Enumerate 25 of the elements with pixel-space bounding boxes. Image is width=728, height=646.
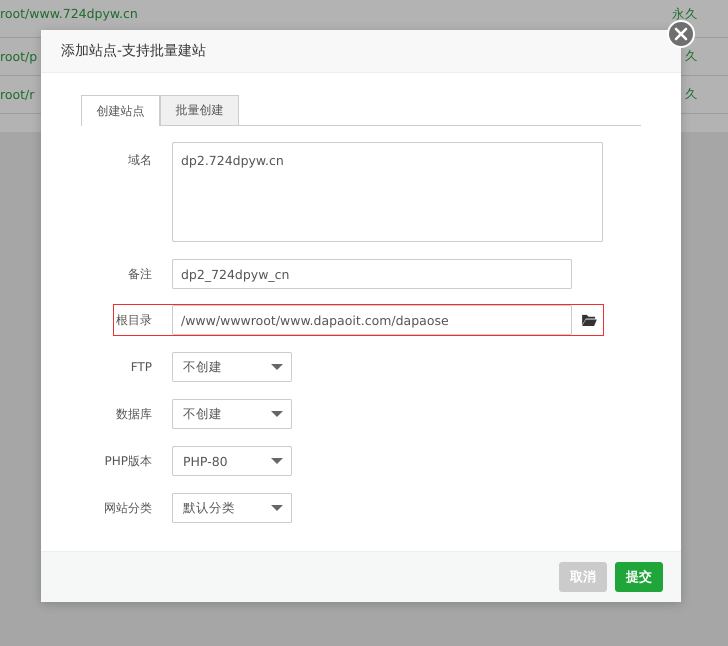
- select-dropdown[interactable]: 默认分类: [172, 493, 292, 523]
- select-dropdown[interactable]: 不创建: [172, 399, 292, 429]
- field-label: 网站分类: [103, 500, 153, 516]
- expiry-text: 久: [685, 86, 698, 103]
- field-label: 备注: [127, 266, 153, 282]
- tab[interactable]: 创建站点: [81, 95, 160, 126]
- expiry-text: 永久: [672, 6, 698, 23]
- expiry-text: 久: [685, 48, 698, 65]
- domain-textarea[interactable]: dp2.724dpyw.cn: [172, 142, 603, 242]
- caret-icon: [271, 364, 283, 370]
- path-input[interactable]: /www/wwwroot/www.dapaoit.com/dapaose: [172, 305, 572, 335]
- caret-icon: [271, 458, 283, 464]
- field-label: 数据库: [115, 406, 153, 422]
- tab[interactable]: 批量创建: [160, 95, 239, 125]
- field-label: 根目录: [115, 312, 153, 328]
- input-field[interactable]: dp2_724dpyw_cn: [172, 259, 572, 289]
- folder-icon[interactable]: [582, 314, 597, 326]
- dialog-title: 添加站点-支持批量建站: [61, 42, 206, 60]
- select-dropdown[interactable]: 不创建: [172, 352, 292, 382]
- field-label: FTP: [130, 360, 153, 374]
- select-dropdown[interactable]: PHP-80: [172, 446, 292, 476]
- field-label: 域名: [127, 152, 153, 169]
- caret-icon: [271, 411, 283, 417]
- caret-icon: [271, 505, 283, 511]
- field-label: PHP版本: [104, 452, 153, 470]
